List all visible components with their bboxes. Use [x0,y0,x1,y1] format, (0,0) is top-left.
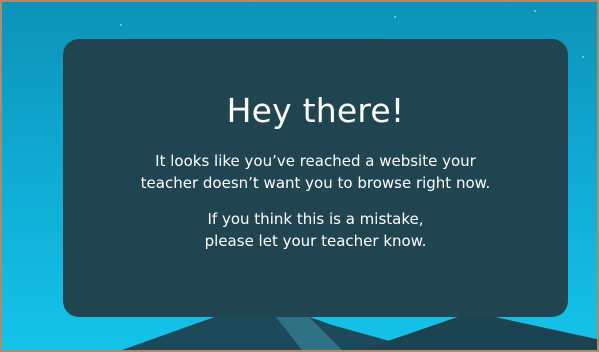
page-title: Hey there! [226,91,405,130]
star [394,16,396,18]
blocked-page: Hey there! It looks like you’ve reached … [0,0,599,352]
mistake-message: If you think this is a mistake, please l… [63,208,568,252]
message-card: Hey there! It looks like you’ve reached … [63,39,568,317]
blocked-message: It looks like you’ve reached a website y… [63,150,568,194]
blocked-message-line-1: It looks like you’ve reached a website y… [155,152,476,170]
star [582,56,584,58]
mountain-right [362,312,597,350]
blocked-message-line-2: teacher doesn’t want you to browse right… [140,174,491,192]
star [534,10,536,12]
star [120,24,122,26]
mistake-message-line-2: please let your teacher know. [204,232,427,250]
mistake-message-line-1: If you think this is a mistake, [207,210,424,228]
